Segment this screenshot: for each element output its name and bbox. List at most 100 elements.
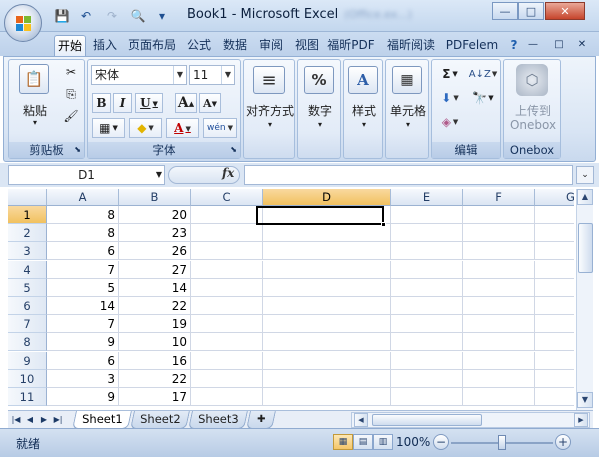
vertical-scroll-thumb[interactable] (578, 223, 593, 273)
cell-d11[interactable] (263, 388, 391, 406)
cell-f2[interactable] (463, 224, 535, 243)
workbook-close-button[interactable]: ✕ (575, 35, 589, 56)
row-header[interactable]: 3 (8, 242, 47, 261)
cell-b11[interactable]: 17 (119, 388, 191, 406)
tab-foxit-pdf[interactable]: 福昕PDF (326, 35, 376, 56)
cell-e10[interactable] (391, 369, 463, 388)
minimize-button[interactable]: — (492, 2, 518, 20)
cell-g10[interactable] (535, 370, 574, 388)
cell-a10[interactable]: 3 (47, 369, 119, 388)
chevron-down-icon[interactable]: ▼ (173, 66, 186, 84)
cell-e8[interactable] (391, 333, 463, 352)
cell-a7[interactable]: 7 (47, 315, 119, 334)
cell-b8[interactable]: 10 (119, 333, 191, 352)
tab-insert[interactable]: 插入 (89, 35, 121, 56)
cell-a5[interactable]: 5 (47, 278, 119, 297)
select-all-corner[interactable] (8, 189, 47, 206)
cell-f4[interactable] (463, 260, 535, 279)
row-header[interactable]: 8 (8, 333, 47, 352)
cell-d6[interactable] (263, 297, 391, 315)
normal-view-icon[interactable]: ▦ (333, 434, 353, 450)
bold-button[interactable]: B (92, 93, 111, 113)
tab-view[interactable]: 视图 (291, 35, 323, 56)
italic-button[interactable]: I (113, 93, 132, 113)
column-header-c[interactable]: C (191, 189, 263, 206)
cell-a9[interactable]: 6 (47, 351, 119, 370)
phonetic-button[interactable]: wén ▼ (203, 118, 237, 138)
cell-d10[interactable] (263, 369, 391, 388)
cell-e2[interactable] (391, 224, 463, 243)
cell-b4[interactable]: 27 (119, 260, 191, 279)
print-preview-icon[interactable]: 🔍 (126, 6, 150, 26)
tab-review[interactable]: 审阅 (255, 35, 287, 56)
paste-button[interactable]: 粘贴 (13, 102, 57, 119)
cell-c2[interactable] (191, 224, 263, 243)
horizontal-scrollbar[interactable]: ◀ ▶ (351, 412, 590, 428)
active-cell-d1[interactable] (256, 206, 386, 227)
row-header[interactable]: 7 (8, 315, 47, 334)
horizontal-scroll-thumb[interactable] (372, 414, 482, 426)
column-header-g[interactable]: G (535, 189, 574, 206)
tab-data[interactable]: 数据 (219, 35, 251, 56)
cell-g1[interactable] (535, 206, 574, 224)
font-name-combo[interactable]: 宋体 ▼ (91, 65, 187, 85)
cell-a11[interactable]: 9 (47, 388, 119, 406)
formula-input[interactable] (244, 165, 573, 185)
border-button[interactable]: ▦ ▼ (92, 118, 125, 138)
column-header-b[interactable]: B (119, 189, 191, 206)
group-number[interactable]: % 数字 ▾ (297, 59, 341, 159)
sheet-tab-3[interactable]: Sheet3 (188, 411, 248, 429)
number-label[interactable]: 数字 (298, 102, 342, 119)
chevron-down-icon[interactable]: ▼ (221, 66, 234, 84)
chevron-down-icon[interactable]: ▾ (386, 120, 430, 129)
cell-c11[interactable] (191, 388, 263, 406)
sheet-tab-2[interactable]: Sheet2 (130, 411, 190, 429)
cell-f7[interactable] (463, 315, 535, 334)
copy-icon[interactable]: ⎘ (61, 84, 81, 104)
help-icon[interactable]: ? (505, 35, 523, 56)
cell-a1[interactable]: 8 (47, 206, 119, 224)
cell-g3[interactable] (535, 242, 574, 261)
font-color-button[interactable]: A ▼ (166, 118, 199, 138)
find-select-button[interactable]: 🔭 ▼ (468, 88, 498, 108)
tab-foxit-reader[interactable]: 福昕阅读 (382, 35, 440, 56)
cell-f11[interactable] (463, 388, 535, 406)
fill-button[interactable]: ⬇ ▼ (436, 88, 464, 108)
row-header[interactable]: 10 (8, 369, 47, 388)
cell-c1[interactable] (191, 206, 263, 224)
cell-c4[interactable] (191, 260, 263, 279)
expand-formula-bar-button[interactable]: ⌄ (576, 166, 594, 184)
row-header[interactable]: 5 (8, 278, 47, 297)
column-header-e[interactable]: E (391, 189, 463, 206)
cell-g5[interactable] (535, 279, 574, 297)
cell-e1[interactable] (391, 206, 463, 224)
chevron-down-icon[interactable]: ▾ (244, 120, 296, 129)
next-sheet-icon[interactable]: ▶ (38, 413, 50, 427)
cell-f10[interactable] (463, 369, 535, 388)
cell-a2[interactable]: 8 (47, 224, 119, 243)
cell-d3[interactable] (263, 242, 391, 261)
worksheet-grid[interactable]: ABCDEFG 1 8 20 2 8 23 3 6 26 4 7 27 5 5 14 6 14 22 7 7 19 8 9 1… (8, 189, 574, 410)
cell-g11[interactable] (535, 388, 574, 406)
undo-icon[interactable]: ↶ (74, 6, 98, 26)
cell-b3[interactable]: 26 (119, 242, 191, 261)
cell-c6[interactable] (191, 297, 263, 315)
fill-handle[interactable] (381, 222, 386, 227)
cell-e4[interactable] (391, 260, 463, 279)
cell-c8[interactable] (191, 333, 263, 352)
cell-b9[interactable]: 16 (119, 351, 191, 370)
customize-qat-button[interactable]: ▾ (152, 6, 172, 26)
onebox-icon[interactable]: ⬡ (516, 64, 548, 96)
sort-filter-button[interactable]: A↓Z ▼ (468, 64, 498, 84)
insert-function-icon[interactable]: fx (222, 166, 234, 180)
paste-dropdown-arrow[interactable]: ▾ (13, 118, 57, 127)
workbook-restore-button[interactable]: □ (552, 35, 566, 56)
cell-g7[interactable] (535, 315, 574, 334)
close-button[interactable]: ✕ (545, 2, 585, 20)
prev-sheet-icon[interactable]: ◀ (24, 413, 36, 427)
column-header-f[interactable]: F (463, 189, 535, 206)
cell-d4[interactable] (263, 260, 391, 279)
cell-a8[interactable]: 9 (47, 333, 119, 352)
cell-g9[interactable] (535, 352, 574, 370)
cell-a6[interactable]: 14 (47, 297, 119, 315)
